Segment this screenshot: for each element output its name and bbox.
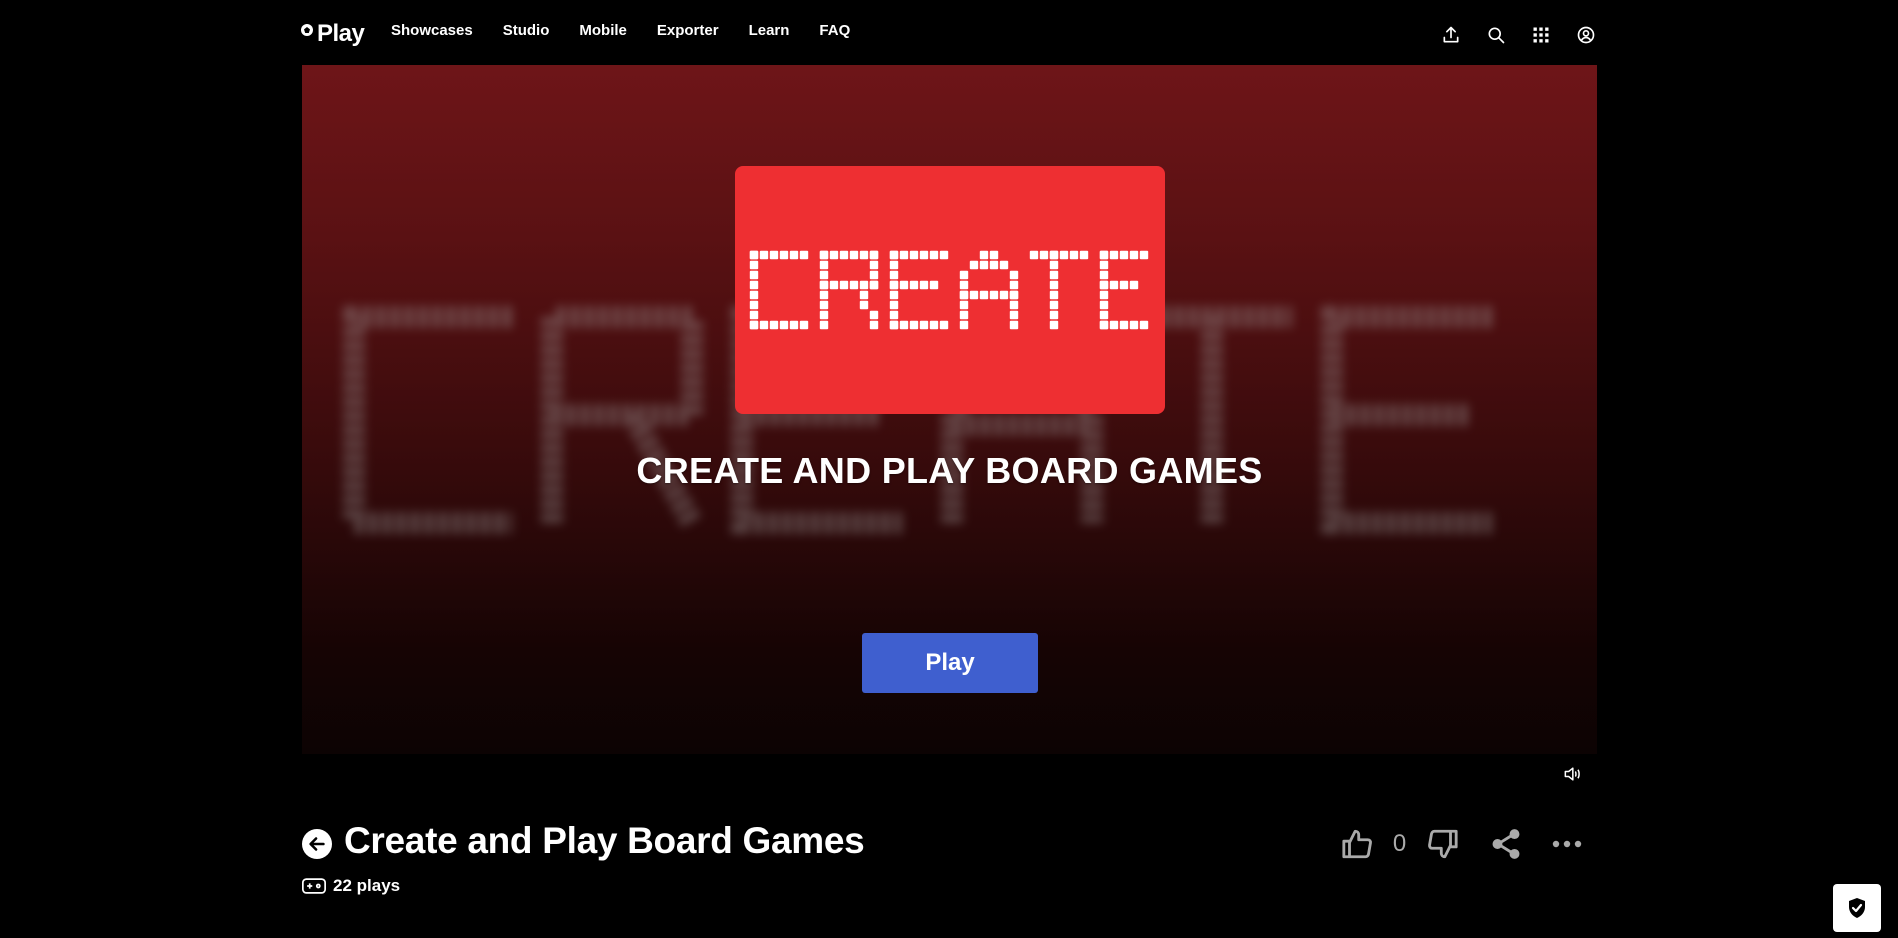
more-options-icon[interactable] xyxy=(1550,824,1584,864)
menu-item-learn[interactable]: Learn xyxy=(749,22,790,39)
apps-grid-icon[interactable] xyxy=(1530,24,1552,46)
game-hero: CREATE AND PLAY BOARD GAMES Play xyxy=(302,65,1597,754)
menu-item-exporter[interactable]: Exporter xyxy=(657,22,719,39)
thumbs-down-icon[interactable] xyxy=(1424,824,1460,864)
upload-icon[interactable] xyxy=(1440,24,1462,46)
main-menu: Showcases Studio Mobile Exporter Learn F… xyxy=(391,22,880,39)
gamepad-icon xyxy=(302,878,326,894)
top-nav: Play Showcases Studio Mobile Exporter Le… xyxy=(0,0,1898,66)
privacy-shield-button[interactable] xyxy=(1833,884,1881,932)
logo-ball-icon xyxy=(301,24,313,36)
play-button[interactable]: Play xyxy=(862,633,1038,693)
share-icon[interactable] xyxy=(1488,824,1524,864)
back-button[interactable] xyxy=(302,829,332,859)
plays-label: 22 plays xyxy=(333,876,401,895)
sound-icon[interactable] xyxy=(1561,764,1583,784)
thumbs-up-icon[interactable] xyxy=(1340,824,1376,864)
menu-item-mobile[interactable]: Mobile xyxy=(579,22,627,39)
menu-item-showcases[interactable]: Showcases xyxy=(391,22,473,39)
create-pixel-logo xyxy=(749,250,1149,330)
arrow-left-icon xyxy=(309,837,325,851)
menu-item-studio[interactable]: Studio xyxy=(503,22,550,39)
hero-logo-card xyxy=(735,166,1165,414)
account-icon[interactable] xyxy=(1575,24,1597,46)
plays-count: 22 plays xyxy=(302,876,400,896)
logo-text: Play xyxy=(317,20,365,47)
logo[interactable]: Play xyxy=(301,20,365,48)
like-count: 0 xyxy=(1392,830,1407,857)
game-title: Create and Play Board Games xyxy=(344,820,865,861)
shield-check-icon xyxy=(1849,898,1865,918)
search-icon[interactable] xyxy=(1485,24,1507,46)
hero-title: CREATE AND PLAY BOARD GAMES xyxy=(636,450,1263,491)
menu-item-faq[interactable]: FAQ xyxy=(819,22,850,39)
